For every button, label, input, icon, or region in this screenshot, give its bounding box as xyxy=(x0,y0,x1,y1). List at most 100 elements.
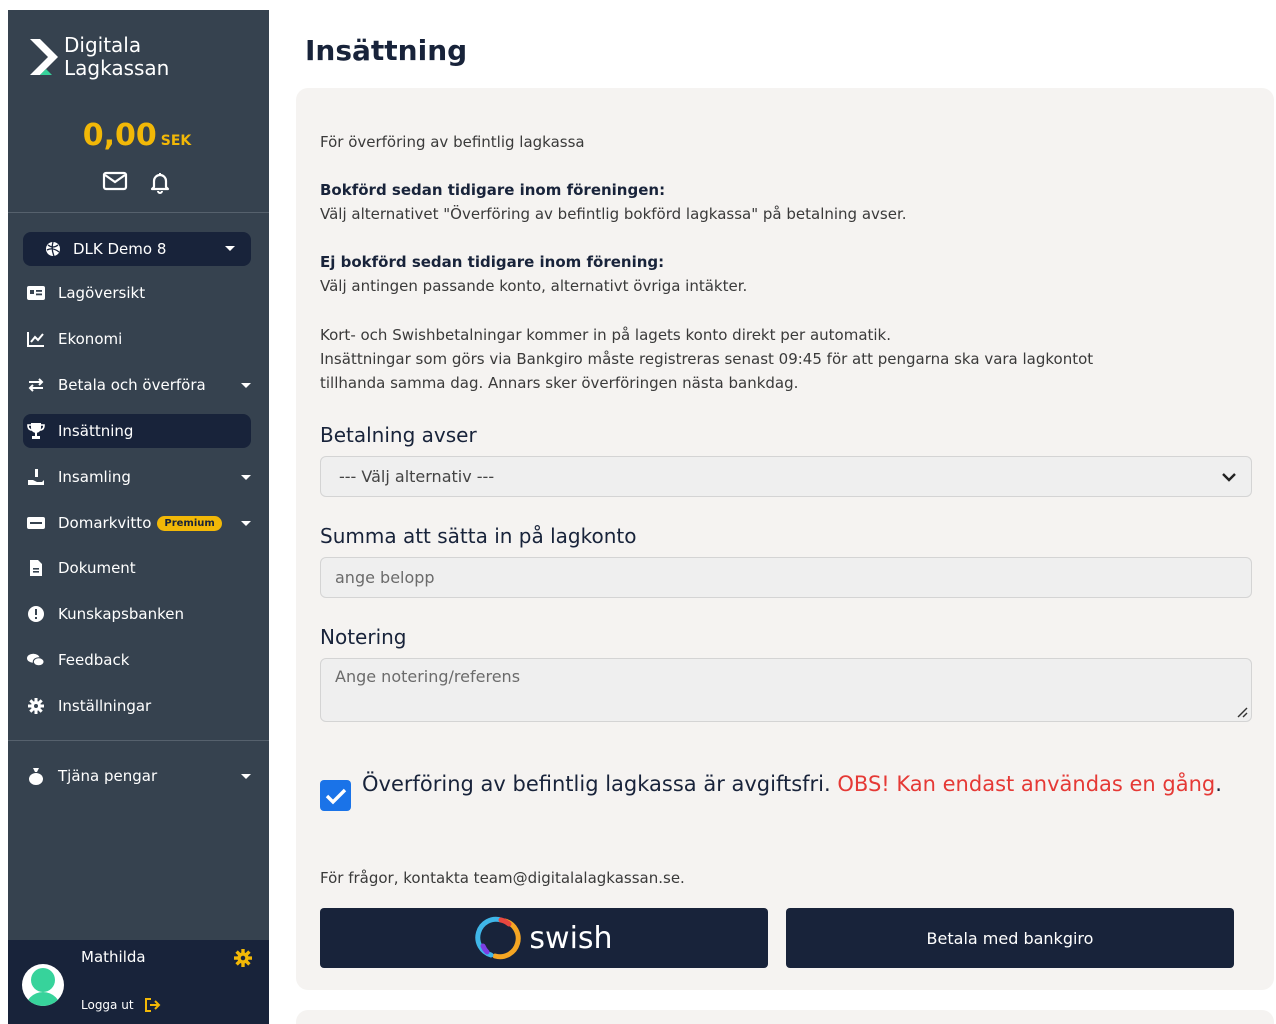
bankgiro-label: Betala med bankgiro xyxy=(926,928,1094,948)
premium-badge: Premium xyxy=(157,515,222,531)
avatar[interactable] xyxy=(22,964,64,1006)
nav-item-insattning[interactable]: Insättning xyxy=(23,414,251,448)
consent-end: . xyxy=(1215,772,1222,796)
brand-line1: Digitala xyxy=(64,33,142,57)
exchange-icon xyxy=(27,376,45,394)
nav-label: Betala och överföra xyxy=(58,376,206,394)
sidebar-divider xyxy=(8,212,269,213)
page-title: Insättning xyxy=(305,34,468,67)
bell-icon[interactable] xyxy=(148,170,172,194)
note-placeholder: Ange notering/referens xyxy=(335,667,521,686)
info-text: Kort- och Swishbetalningar kommer in på … xyxy=(320,323,1093,395)
brand-logo[interactable]: Digitala Lagkassan xyxy=(28,34,169,80)
team-name: DLK Demo 8 xyxy=(73,240,167,258)
nav-label: Lagöversikt xyxy=(58,284,146,302)
top-icons xyxy=(8,170,266,194)
nav-item-installningar[interactable]: Inställningar xyxy=(23,689,251,723)
app-root: Digitala Lagkassan 0,00 SEK DLK Demo 8 La… xyxy=(0,0,1276,1024)
note-textarea[interactable]: Ange notering/referens xyxy=(320,658,1252,722)
note-label: Notering xyxy=(320,625,407,649)
nav-label: Dokument xyxy=(58,559,136,577)
user-name: Mathilda xyxy=(81,948,146,966)
section-unbooked: Ej bokförd sedan tidigare inom förening:… xyxy=(320,250,747,298)
trophy-icon xyxy=(27,422,45,440)
payment-for-label: Betalning avser xyxy=(320,423,477,447)
nav-item-insamling[interactable]: Insamling xyxy=(23,460,251,494)
user-settings-gear-icon[interactable] xyxy=(234,949,252,971)
nav-item-ekonomi[interactable]: Ekonomi xyxy=(23,322,251,356)
nav-label: Ekonomi xyxy=(58,330,123,348)
nav-item-kunskapsbanken[interactable]: Kunskapsbanken xyxy=(23,597,251,631)
swish-logo-icon xyxy=(475,916,522,960)
secondary-panel xyxy=(296,1010,1274,1024)
free-transfer-label: Överföring av befintlig lagkassa är avgi… xyxy=(362,772,1242,797)
nav-item-dokument[interactable]: Dokument xyxy=(23,551,251,585)
amount-input[interactable]: ange belopp xyxy=(320,557,1252,598)
swish-button[interactable]: swish xyxy=(320,908,768,968)
nav-item-betala[interactable]: Betala och överföra xyxy=(23,368,251,402)
payment-for-value: --- Välj alternativ --- xyxy=(339,467,495,486)
intro-text: För överföring av befintlig lagkassa xyxy=(320,133,585,151)
sign-out-icon xyxy=(144,998,160,1012)
section-unbooked-text: Välj antingen passande konto, alternativ… xyxy=(320,277,748,295)
info-line2: Insättningar som görs via Bankgiro måste… xyxy=(320,350,1094,368)
nav-label: Feedback xyxy=(58,651,130,669)
check-icon xyxy=(325,788,346,804)
logout-label: Logga ut xyxy=(81,998,134,1012)
amount-label: Summa att sätta in på lagkonto xyxy=(320,524,637,548)
sidebar: Digitala Lagkassan 0,00 SEK DLK Demo 8 La… xyxy=(8,10,269,1024)
chevron-down-icon xyxy=(225,246,235,251)
resize-grip-icon[interactable] xyxy=(1236,706,1248,718)
logout-link[interactable]: Logga ut xyxy=(81,997,162,1013)
balance-currency: SEK xyxy=(160,133,192,149)
id-card-icon xyxy=(27,284,45,302)
sidebar-divider xyxy=(8,740,269,741)
donate-icon xyxy=(27,468,45,486)
balance-display: 0,00 SEK xyxy=(8,118,266,153)
chevron-down-icon xyxy=(241,383,251,388)
file-icon xyxy=(27,559,45,577)
comments-icon xyxy=(27,651,45,669)
section-booked-text: Välj alternativet "Överföring av befintl… xyxy=(320,205,907,223)
brand-name: Digitala Lagkassan xyxy=(64,34,169,80)
info-circle-icon xyxy=(27,605,45,623)
user-panel: Mathilda Logga ut xyxy=(8,940,269,1024)
receipt-icon xyxy=(27,514,45,532)
info-line1: Kort- och Swishbetalningar kommer in på … xyxy=(320,326,892,344)
payment-for-select[interactable]: --- Välj alternativ --- xyxy=(320,456,1252,497)
chevron-down-icon xyxy=(241,475,251,480)
chart-line-icon xyxy=(27,330,45,348)
bankgiro-button[interactable]: Betala med bankgiro xyxy=(786,908,1234,968)
section-booked-heading: Bokförd sedan tidigare inom föreningen: xyxy=(320,181,666,199)
nav-label: Inställningar xyxy=(58,697,152,715)
money-bag-icon xyxy=(27,767,45,785)
brand-line2: Lagkassan xyxy=(64,56,170,80)
team-selector[interactable]: DLK Demo 8 xyxy=(23,232,251,266)
consent-warning: OBS! Kan endast användas en gång xyxy=(837,772,1216,796)
nav-item-feedback[interactable]: Feedback xyxy=(23,643,251,677)
amount-placeholder: ange belopp xyxy=(335,568,435,587)
chevron-down-icon xyxy=(1222,473,1236,482)
nav-item-domarkvitto[interactable]: Domarkvitto Premium xyxy=(23,506,251,540)
swish-label: swish xyxy=(529,920,613,956)
nav-label: Insamling xyxy=(58,468,131,486)
contact-text: För frågor, kontakta team@digitalalagkas… xyxy=(320,869,685,887)
chevron-down-icon xyxy=(241,774,251,779)
chevron-down-icon xyxy=(241,521,251,526)
consent-text: Överföring av befintlig lagkassa är avgi… xyxy=(362,772,831,796)
info-line3: tillhanda samma dag. Annars sker överför… xyxy=(320,374,799,392)
logo-chevron-icon xyxy=(28,37,62,77)
ball-icon xyxy=(46,241,60,257)
nav-label: Tjäna pengar xyxy=(58,767,158,785)
section-unbooked-heading: Ej bokförd sedan tidigare inom förening: xyxy=(320,253,665,271)
section-booked: Bokförd sedan tidigare inom föreningen: … xyxy=(320,178,907,226)
balance-amount: 0,00 xyxy=(82,118,157,153)
free-transfer-checkbox[interactable] xyxy=(320,780,351,811)
mail-icon[interactable] xyxy=(102,170,128,194)
nav-label: Insättning xyxy=(58,422,134,440)
nav-item-tjana-pengar[interactable]: Tjäna pengar xyxy=(23,759,251,793)
gear-icon xyxy=(27,697,45,715)
nav-item-lagoversikt[interactable]: Lagöversikt xyxy=(23,276,251,310)
nav-label: Domarkvitto xyxy=(58,514,152,532)
nav-label: Kunskapsbanken xyxy=(58,605,184,623)
